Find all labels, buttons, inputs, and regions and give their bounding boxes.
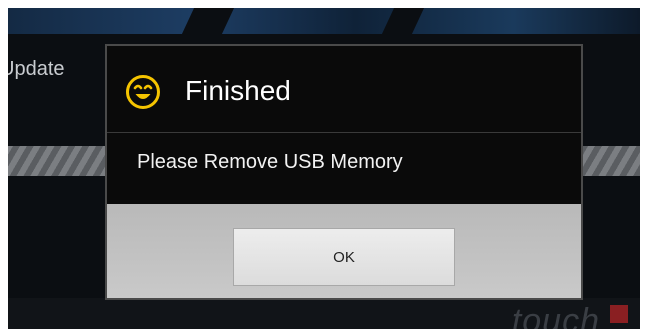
app-screen: Update touch Finished Please Remove USB … [8, 8, 640, 329]
dialog-message: Please Remove USB Memory [137, 151, 403, 173]
screenshot-frame: Update touch Finished Please Remove USB … [0, 0, 648, 329]
dialog-button-area: OK [107, 204, 581, 298]
banner-stripe [181, 8, 235, 34]
finished-dialog: Finished Please Remove USB Memory OK [105, 44, 583, 300]
banner-stripe [381, 8, 425, 34]
dialog-divider [107, 132, 581, 133]
top-banner [8, 8, 640, 34]
background-update-label: Update [8, 58, 65, 80]
brand-logo-text: touch [511, 302, 600, 329]
ok-button[interactable]: OK [233, 228, 455, 286]
dialog-title: Finished [185, 75, 291, 106]
brand-mark [610, 305, 628, 323]
smiley-icon [126, 75, 160, 109]
bottom-strip: touch [8, 298, 640, 329]
dialog-header: Finished [107, 46, 581, 128]
